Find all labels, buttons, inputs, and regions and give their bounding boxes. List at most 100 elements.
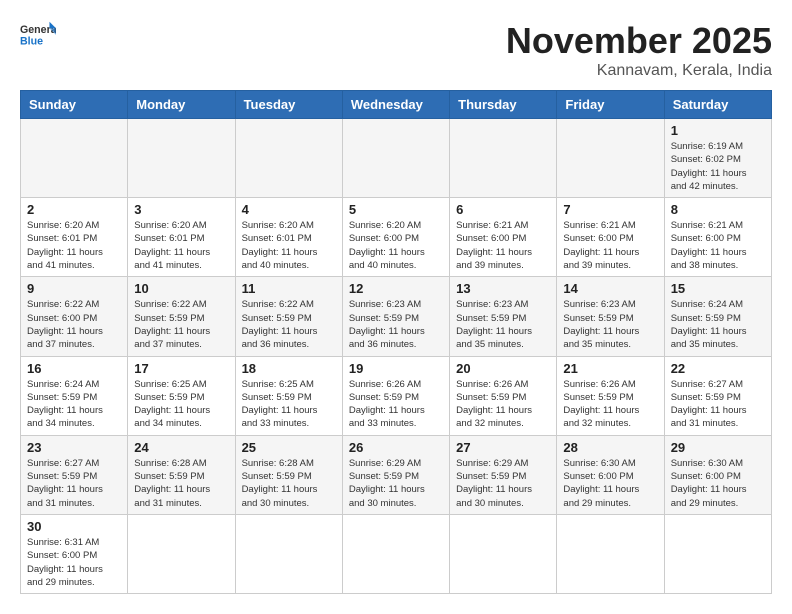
day-info: Sunrise: 6:22 AM Sunset: 5:59 PM Dayligh… xyxy=(134,298,228,351)
day-number: 23 xyxy=(27,440,121,455)
day-cell: 6 Sunrise: 6:21 AM Sunset: 6:00 PM Daylig… xyxy=(450,198,557,277)
day-cell: 27Sunrise: 6:29 AM Sunset: 5:59 PM Dayli… xyxy=(450,435,557,514)
day-cell xyxy=(342,514,449,593)
day-number: 5 xyxy=(349,202,443,217)
day-cell: 14Sunrise: 6:23 AM Sunset: 5:59 PM Dayli… xyxy=(557,277,664,356)
day-number: 25 xyxy=(242,440,336,455)
location-title: Kannavam, Kerala, India xyxy=(506,62,772,80)
week-row-3: 9 Sunrise: 6:22 AM Sunset: 6:00 PM Daylig… xyxy=(21,277,772,356)
day-number: 30 xyxy=(27,519,121,534)
day-info: Sunrise: 6:25 AM Sunset: 5:59 PM Dayligh… xyxy=(134,378,228,431)
day-number: 26 xyxy=(349,440,443,455)
day-number: 17 xyxy=(134,361,228,376)
day-number: 18 xyxy=(242,361,336,376)
day-number: 24 xyxy=(134,440,228,455)
day-cell: 15 Sunrise: 6:24 AM Sunset: 5:59 PM Dayli… xyxy=(664,277,771,356)
day-info: Sunrise: 6:26 AM Sunset: 5:59 PM Dayligh… xyxy=(563,378,657,431)
month-title: November 2025 xyxy=(506,20,772,62)
day-cell xyxy=(21,119,128,198)
day-cell: 21 Sunrise: 6:26 AM Sunset: 5:59 PM Dayli… xyxy=(557,356,664,435)
day-cell xyxy=(128,119,235,198)
day-cell xyxy=(235,119,342,198)
day-cell xyxy=(342,119,449,198)
day-cell: 22 Sunrise: 6:27 AM Sunset: 5:59 PM Dayli… xyxy=(664,356,771,435)
day-info: Sunrise: 6:29 AM Sunset: 5:59 PM Dayligh… xyxy=(456,457,550,510)
day-info: Sunrise: 6:20 AM Sunset: 6:00 PM Dayligh… xyxy=(349,219,443,272)
day-number: 4 xyxy=(242,202,336,217)
day-number: 19 xyxy=(349,361,443,376)
week-row-1: 1Sunrise: 6:19 AM Sunset: 6:02 PM Daylig… xyxy=(21,119,772,198)
day-info: Sunrise: 6:22 AM Sunset: 6:00 PM Dayligh… xyxy=(27,298,121,351)
day-cell: 20Sunrise: 6:26 AM Sunset: 5:59 PM Dayli… xyxy=(450,356,557,435)
logo: General Blue xyxy=(20,20,56,48)
day-info: Sunrise: 6:28 AM Sunset: 5:59 PM Dayligh… xyxy=(134,457,228,510)
day-info: Sunrise: 6:30 AM Sunset: 6:00 PM Dayligh… xyxy=(671,457,765,510)
day-info: Sunrise: 6:23 AM Sunset: 5:59 PM Dayligh… xyxy=(456,298,550,351)
day-cell xyxy=(128,514,235,593)
day-info: Sunrise: 6:27 AM Sunset: 5:59 PM Dayligh… xyxy=(27,457,121,510)
day-cell: 12Sunrise: 6:23 AM Sunset: 5:59 PM Dayli… xyxy=(342,277,449,356)
day-info: Sunrise: 6:19 AM Sunset: 6:02 PM Dayligh… xyxy=(671,140,765,193)
day-number: 7 xyxy=(563,202,657,217)
day-number: 21 xyxy=(563,361,657,376)
week-row-6: 30 Sunrise: 6:31 AM Sunset: 6:00 PM Dayli… xyxy=(21,514,772,593)
day-number: 12 xyxy=(349,281,443,296)
day-info: Sunrise: 6:22 AM Sunset: 5:59 PM Dayligh… xyxy=(242,298,336,351)
day-cell: 8Sunrise: 6:21 AM Sunset: 6:00 PM Daylig… xyxy=(664,198,771,277)
day-cell: 19Sunrise: 6:26 AM Sunset: 5:59 PM Dayli… xyxy=(342,356,449,435)
day-number: 15 xyxy=(671,281,765,296)
day-number: 13 xyxy=(456,281,550,296)
weekday-header-thursday: Thursday xyxy=(450,91,557,119)
day-number: 9 xyxy=(27,281,121,296)
day-cell: 26 Sunrise: 6:29 AM Sunset: 5:59 PM Dayli… xyxy=(342,435,449,514)
day-info: Sunrise: 6:24 AM Sunset: 5:59 PM Dayligh… xyxy=(671,298,765,351)
day-cell: 5 Sunrise: 6:20 AM Sunset: 6:00 PM Daylig… xyxy=(342,198,449,277)
day-cell: 30 Sunrise: 6:31 AM Sunset: 6:00 PM Dayli… xyxy=(21,514,128,593)
day-number: 11 xyxy=(242,281,336,296)
day-info: Sunrise: 6:27 AM Sunset: 5:59 PM Dayligh… xyxy=(671,378,765,431)
day-number: 2 xyxy=(27,202,121,217)
day-cell: 17 Sunrise: 6:25 AM Sunset: 5:59 PM Dayli… xyxy=(128,356,235,435)
day-number: 8 xyxy=(671,202,765,217)
day-info: Sunrise: 6:23 AM Sunset: 5:59 PM Dayligh… xyxy=(563,298,657,351)
day-cell: 2 Sunrise: 6:20 AM Sunset: 6:01 PM Daylig… xyxy=(21,198,128,277)
day-cell: 9 Sunrise: 6:22 AM Sunset: 6:00 PM Daylig… xyxy=(21,277,128,356)
day-info: Sunrise: 6:20 AM Sunset: 6:01 PM Dayligh… xyxy=(134,219,228,272)
week-row-4: 16Sunrise: 6:24 AM Sunset: 5:59 PM Dayli… xyxy=(21,356,772,435)
day-info: Sunrise: 6:20 AM Sunset: 6:01 PM Dayligh… xyxy=(242,219,336,272)
weekday-header-saturday: Saturday xyxy=(664,91,771,119)
day-cell: 7 Sunrise: 6:21 AM Sunset: 6:00 PM Daylig… xyxy=(557,198,664,277)
weekday-header-monday: Monday xyxy=(128,91,235,119)
day-cell: 10Sunrise: 6:22 AM Sunset: 5:59 PM Dayli… xyxy=(128,277,235,356)
weekday-header-sunday: Sunday xyxy=(21,91,128,119)
weekday-header-row: SundayMondayTuesdayWednesdayThursdayFrid… xyxy=(21,91,772,119)
day-info: Sunrise: 6:31 AM Sunset: 6:00 PM Dayligh… xyxy=(27,536,121,589)
weekday-header-friday: Friday xyxy=(557,91,664,119)
weekday-header-tuesday: Tuesday xyxy=(235,91,342,119)
day-cell xyxy=(450,119,557,198)
day-info: Sunrise: 6:29 AM Sunset: 5:59 PM Dayligh… xyxy=(349,457,443,510)
day-info: Sunrise: 6:28 AM Sunset: 5:59 PM Dayligh… xyxy=(242,457,336,510)
day-info: Sunrise: 6:21 AM Sunset: 6:00 PM Dayligh… xyxy=(563,219,657,272)
day-number: 6 xyxy=(456,202,550,217)
day-info: Sunrise: 6:30 AM Sunset: 6:00 PM Dayligh… xyxy=(563,457,657,510)
week-row-2: 2 Sunrise: 6:20 AM Sunset: 6:01 PM Daylig… xyxy=(21,198,772,277)
day-cell: 18 Sunrise: 6:25 AM Sunset: 5:59 PM Dayli… xyxy=(235,356,342,435)
day-info: Sunrise: 6:21 AM Sunset: 6:00 PM Dayligh… xyxy=(456,219,550,272)
day-cell: 3Sunrise: 6:20 AM Sunset: 6:01 PM Daylig… xyxy=(128,198,235,277)
weekday-header-wednesday: Wednesday xyxy=(342,91,449,119)
day-number: 22 xyxy=(671,361,765,376)
day-number: 16 xyxy=(27,361,121,376)
day-info: Sunrise: 6:20 AM Sunset: 6:01 PM Dayligh… xyxy=(27,219,121,272)
day-cell: 29Sunrise: 6:30 AM Sunset: 6:00 PM Dayli… xyxy=(664,435,771,514)
day-info: Sunrise: 6:25 AM Sunset: 5:59 PM Dayligh… xyxy=(242,378,336,431)
day-info: Sunrise: 6:26 AM Sunset: 5:59 PM Dayligh… xyxy=(456,378,550,431)
day-cell: 16Sunrise: 6:24 AM Sunset: 5:59 PM Dayli… xyxy=(21,356,128,435)
day-cell xyxy=(664,514,771,593)
day-cell xyxy=(557,514,664,593)
day-cell: 24 Sunrise: 6:28 AM Sunset: 5:59 PM Dayli… xyxy=(128,435,235,514)
calendar-table: SundayMondayTuesdayWednesdayThursdayFrid… xyxy=(20,90,772,594)
day-cell xyxy=(235,514,342,593)
day-cell: 23 Sunrise: 6:27 AM Sunset: 5:59 PM Dayli… xyxy=(21,435,128,514)
day-cell: 28Sunrise: 6:30 AM Sunset: 6:00 PM Dayli… xyxy=(557,435,664,514)
